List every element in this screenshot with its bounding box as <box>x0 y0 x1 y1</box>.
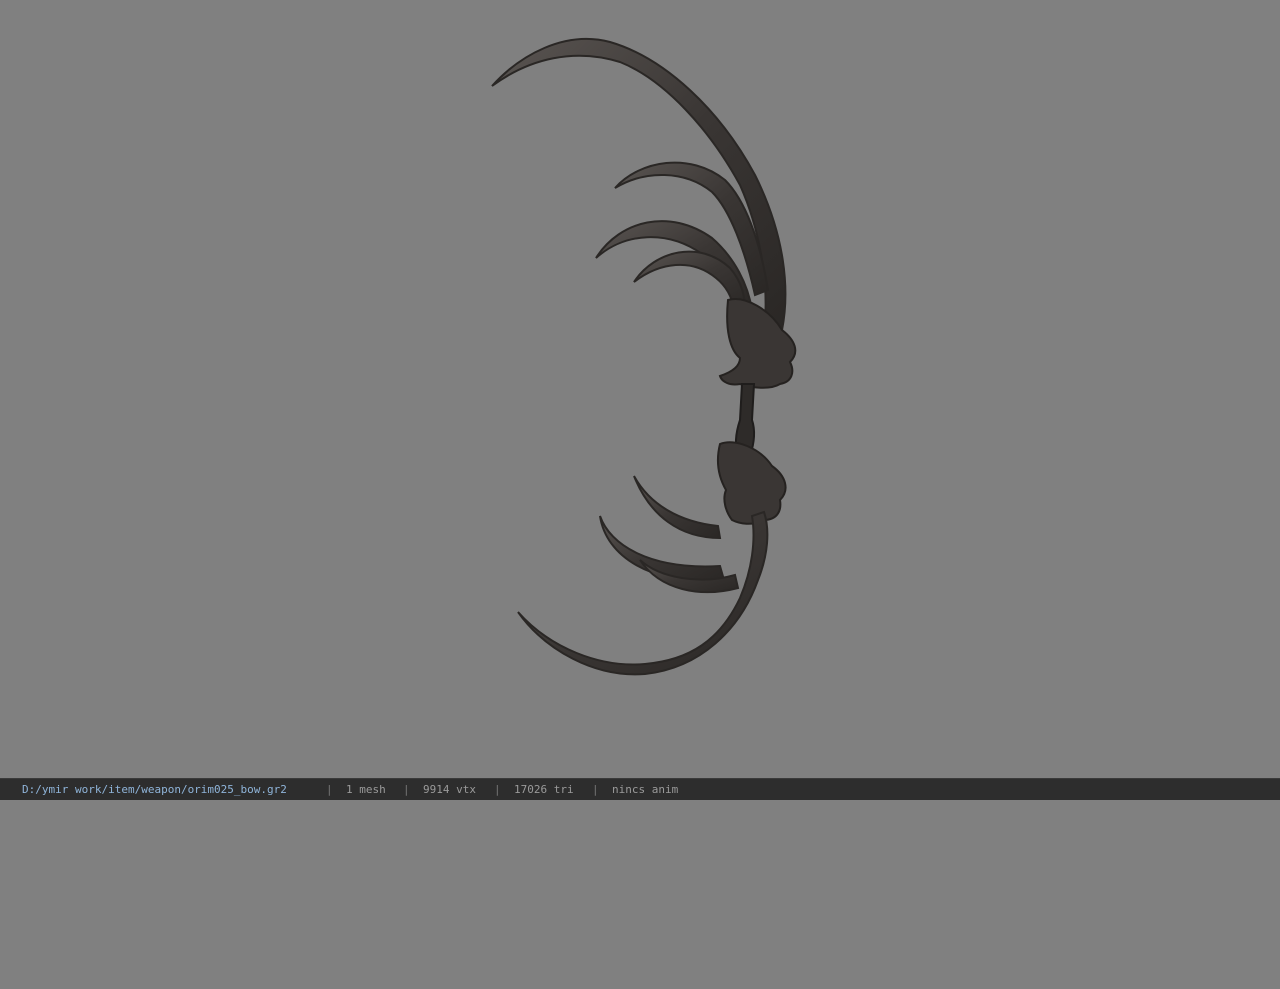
separator: | <box>403 783 410 796</box>
bow-lower-dragon-head <box>717 441 787 525</box>
mesh-count: 1 mesh <box>346 783 386 796</box>
separator: | <box>326 783 333 796</box>
bow-lower-spike <box>633 475 722 540</box>
separator: | <box>592 783 599 796</box>
separator: | <box>494 783 501 796</box>
3d-viewport[interactable] <box>0 0 1280 778</box>
animation-status: nincs anim <box>612 783 679 796</box>
dragon-bow-model <box>491 37 797 676</box>
vertex-count: 9914 vtx <box>423 783 476 796</box>
file-path: D:/ymir work/item/weapon/orim025_bow.gr2 <box>22 783 287 796</box>
bow-lower-limb <box>517 510 769 676</box>
status-bar: D:/ymir work/item/weapon/orim025_bow.gr2… <box>0 778 1280 800</box>
triangle-count: 17026 tri <box>514 783 574 796</box>
